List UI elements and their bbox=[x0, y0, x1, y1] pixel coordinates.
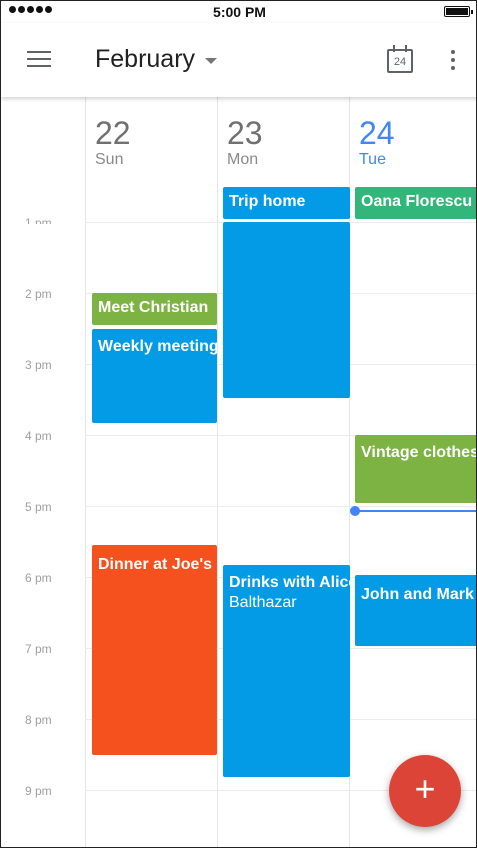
event-title: John and Mark bbox=[361, 586, 474, 603]
hour-label: 3 pm bbox=[25, 358, 52, 372]
event-title: Vintage clothes bbox=[361, 444, 477, 461]
app-bar: February 24 bbox=[1, 23, 476, 97]
day-number: 23 bbox=[227, 115, 263, 151]
event-trip-home-block[interactable] bbox=[223, 222, 350, 398]
current-time-line bbox=[354, 510, 476, 512]
event-title: Oana Florescu bbox=[361, 193, 473, 210]
event-title: Meet Christian bbox=[98, 299, 209, 316]
status-time: 5:00 PM bbox=[213, 4, 266, 20]
day-weekday: Sun bbox=[95, 151, 124, 168]
hour-label: 5 pm bbox=[25, 500, 52, 514]
event-title: Trip home bbox=[229, 193, 306, 210]
calendar-app: 5:00 PM February 24 22 Sun 23 Mon 24 Tue… bbox=[0, 0, 477, 848]
day-header-tue-today[interactable]: 24 Tue bbox=[359, 117, 395, 169]
hour-label: 9 pm bbox=[25, 784, 52, 798]
hour-line bbox=[85, 506, 476, 507]
column-divider bbox=[85, 97, 86, 847]
today-calendar-icon[interactable]: 24 bbox=[387, 45, 413, 73]
day-number: 24 bbox=[359, 115, 395, 151]
event-title: Weekly meeting bbox=[98, 338, 217, 355]
day-weekday: Mon bbox=[227, 151, 259, 168]
plus-icon: + bbox=[414, 768, 436, 809]
event-meet-christian[interactable]: Meet Christian bbox=[92, 293, 217, 325]
day-header-sun[interactable]: 22 Sun bbox=[95, 117, 131, 169]
hour-label: 8 pm bbox=[25, 713, 52, 727]
event-dinner-joes[interactable]: Dinner at Joe's bbox=[92, 545, 217, 755]
more-options-icon[interactable] bbox=[449, 50, 457, 72]
hour-label: 7 pm bbox=[25, 642, 52, 656]
event-title: Drinks with Alice bbox=[229, 574, 350, 591]
menu-icon[interactable] bbox=[27, 51, 51, 69]
event-vintage-clothes[interactable]: Vintage clothes bbox=[355, 435, 477, 503]
status-bar: 5:00 PM bbox=[1, 1, 476, 23]
day-weekday: Tue bbox=[359, 151, 386, 168]
hour-label: 4 pm bbox=[25, 429, 52, 443]
month-label: February bbox=[95, 45, 196, 73]
day-header-mon[interactable]: 23 Mon bbox=[227, 117, 263, 169]
event-oana-florescu[interactable]: Oana Florescu bbox=[355, 187, 476, 219]
today-icon-number: 24 bbox=[393, 56, 407, 68]
event-title: Dinner at Joe's bbox=[98, 556, 213, 573]
current-time-dot bbox=[350, 506, 360, 516]
hour-label: 2 pm bbox=[25, 287, 52, 301]
column-divider bbox=[217, 97, 218, 847]
hour-label: 6 pm bbox=[25, 571, 52, 585]
battery-icon bbox=[444, 6, 473, 17]
event-weekly-meeting[interactable]: Weekly meeting bbox=[92, 329, 217, 423]
week-grid: 22 Sun 23 Mon 24 Tue 1 pm 2 pm 3 pm 4 pm… bbox=[1, 97, 477, 847]
event-trip-home[interactable]: Trip home bbox=[223, 187, 350, 219]
create-event-button[interactable]: + bbox=[389, 755, 461, 827]
event-location: Balthazar bbox=[229, 594, 297, 611]
dropdown-caret-icon bbox=[205, 57, 218, 64]
event-drinks-with-alice[interactable]: Drinks with Alice Balthazar bbox=[223, 565, 350, 777]
hour-label: 1 pm bbox=[25, 216, 52, 224]
event-john-and-mark[interactable]: John and Mark bbox=[355, 575, 476, 646]
day-number: 22 bbox=[95, 115, 131, 151]
month-selector[interactable]: February bbox=[95, 45, 218, 74]
